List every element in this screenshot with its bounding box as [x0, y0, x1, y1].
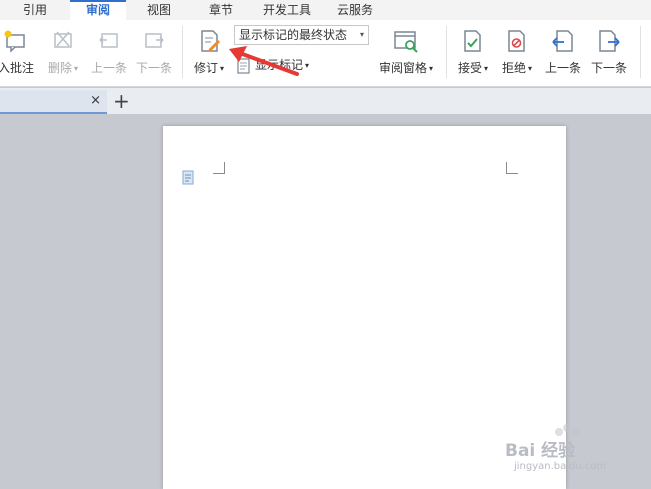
ribbon-divider — [182, 26, 183, 78]
reject-label: 拒绝 — [501, 61, 526, 75]
next-change-button[interactable]: 下一条 — [588, 24, 630, 80]
chevron-down-icon: ▾ — [220, 64, 225, 73]
reject-button[interactable]: 拒绝 ▾ — [498, 24, 536, 80]
review-pane-icon — [394, 31, 418, 53]
tab-review[interactable]: 审阅 — [70, 0, 126, 20]
chevron-down-icon: ▾ — [359, 30, 364, 39]
reject-icon — [508, 30, 525, 52]
tab-developer[interactable]: 开发工具 — [254, 0, 320, 20]
next-change-icon — [599, 30, 620, 52]
next-comment-button[interactable]: 下一条 — [133, 24, 175, 80]
paragraph-layout-icon[interactable] — [182, 170, 196, 186]
tab-chapter[interactable]: 章节 — [196, 0, 246, 20]
next-comment-label: 下一条 — [135, 61, 172, 75]
insert-comment-label: 入批注 — [0, 61, 34, 75]
delete-comment-button[interactable]: 删除 ▾ — [44, 24, 82, 80]
next-change-label: 下一条 — [590, 61, 627, 75]
tab-view[interactable]: 视图 — [134, 0, 184, 20]
ribbon-divider — [446, 26, 447, 78]
review-pane-button[interactable]: 审阅窗格 ▾ — [376, 24, 436, 80]
tab-references[interactable]: 引用 — [10, 0, 60, 20]
prev-change-label: 上一条 — [544, 61, 581, 75]
prev-comment-icon — [99, 33, 118, 48]
review-pane-label: 审阅窗格 — [378, 61, 427, 75]
ribbon-divider — [640, 26, 641, 78]
chevron-down-icon: ▾ — [74, 64, 79, 73]
track-changes-button[interactable]: 修订 ▾ — [190, 24, 228, 80]
close-icon[interactable]: × — [90, 93, 101, 108]
watermark-url: jingyan.baidu.com — [514, 461, 607, 472]
chevron-down-icon: ▾ — [429, 64, 434, 73]
annotation-arrow — [229, 46, 299, 76]
insert-comment-button[interactable]: 入批注 — [0, 24, 38, 80]
watermark-brand: Bai 经验 — [505, 441, 576, 461]
tab-cloud[interactable]: 云服务 — [326, 0, 384, 20]
menu-tab-bar: 引用 审阅 视图 章节 开发工具 云服务 — [0, 0, 651, 20]
track-changes-label: 修订 — [193, 61, 218, 75]
delete-comment-icon — [54, 31, 72, 48]
delete-label: 删除 — [47, 61, 72, 75]
next-comment-icon — [145, 33, 164, 48]
prev-comment-label: 上一条 — [90, 61, 127, 75]
accept-button[interactable]: 接受 ▾ — [454, 24, 492, 80]
page-margin-corner — [506, 162, 518, 174]
accept-label: 接受 — [457, 61, 482, 75]
comment-icon — [4, 30, 25, 53]
add-tab-icon[interactable]: + — [113, 88, 130, 114]
document-tab[interactable]: × — [0, 90, 107, 114]
chevron-down-icon: ▾ — [484, 64, 489, 73]
chevron-down-icon: ▾ — [528, 64, 533, 73]
accept-icon — [464, 30, 481, 52]
prev-change-icon — [552, 30, 573, 52]
track-changes-pencil-icon — [201, 30, 220, 52]
document-tab-strip: × + — [0, 88, 651, 114]
prev-comment-button[interactable]: 上一条 — [88, 24, 130, 80]
page-margin-corner — [213, 162, 225, 174]
prev-change-button[interactable]: 上一条 — [542, 24, 584, 80]
review-ribbon: 入批注 删除 ▾ 上一条 下一条 修订 ▾ 显示标记的最终状态 ▾ 显示标记 ▾… — [0, 20, 651, 87]
